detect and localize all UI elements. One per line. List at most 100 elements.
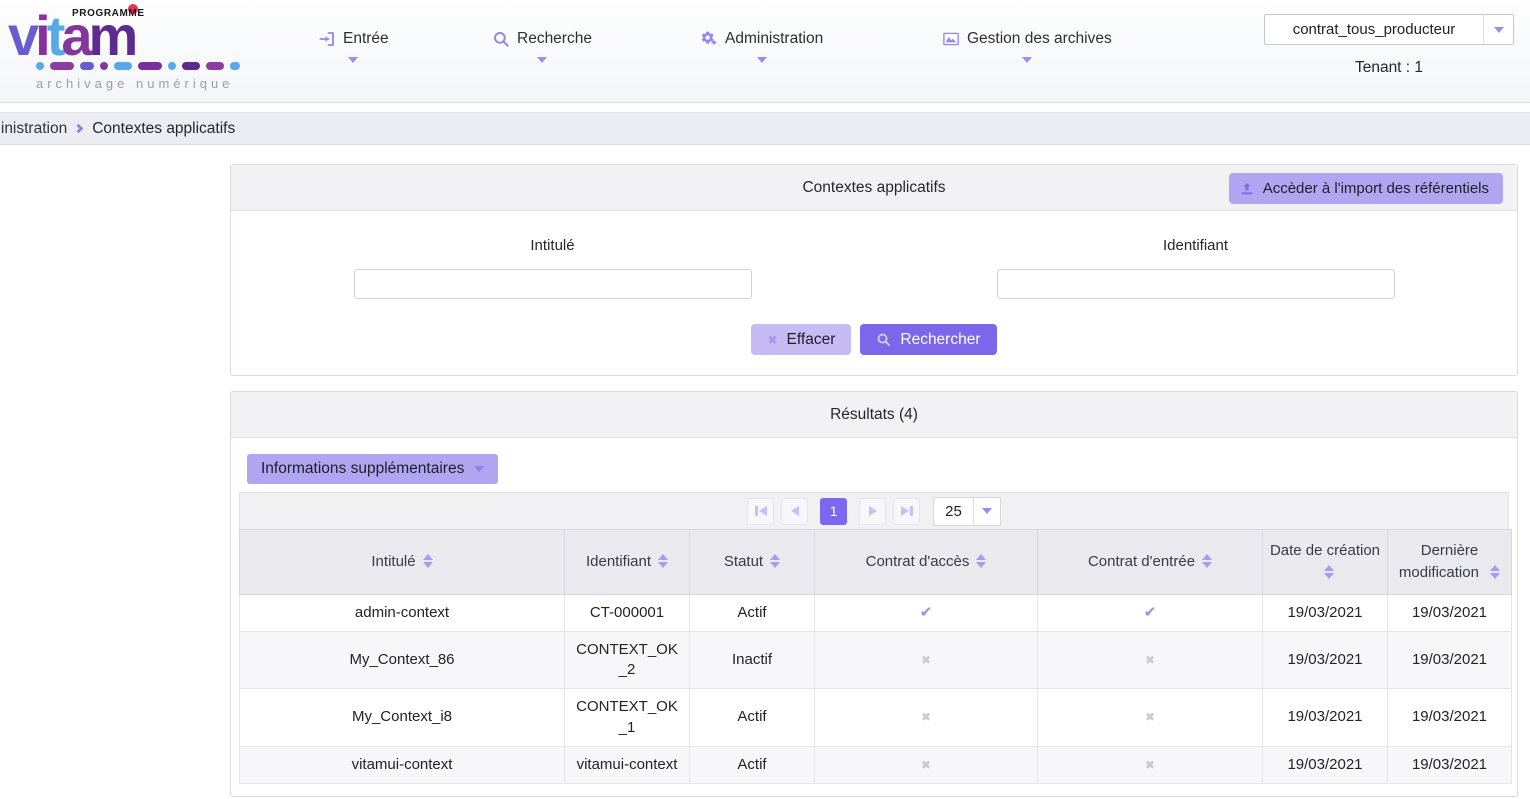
cell-intitule: My_Context_i8 xyxy=(240,689,565,747)
table-header-row: Intitulé Identifiant Statut Contrat d'ac… xyxy=(240,530,1512,595)
cell-identifiant: CONTEXT_OK_1 xyxy=(565,689,690,747)
intitule-label: Intitulé xyxy=(530,237,574,254)
cell-identifiant: CONTEXT_OK_2 xyxy=(565,631,690,689)
upload-icon xyxy=(1239,181,1255,197)
cell-identifiant: vitamui-context xyxy=(565,746,690,783)
page-size-value: 25 xyxy=(934,498,973,525)
table-row[interactable]: vitamui-context vitamui-context Actif 19… xyxy=(240,746,1512,783)
sort-icon xyxy=(770,554,780,568)
extra-info-button[interactable]: Informations supplémentaires xyxy=(247,454,498,484)
results-panel: Résultats (4) Informations supplémentair… xyxy=(230,391,1518,797)
identifiant-input[interactable] xyxy=(997,269,1395,299)
first-page-button[interactable] xyxy=(747,498,774,525)
results-body: Informations supplémentaires 1 25 xyxy=(231,454,1517,796)
previous-page-button[interactable] xyxy=(781,498,808,525)
column-header-derniere-modification[interactable]: Dernière modification xyxy=(1388,530,1512,595)
nav-item-administration[interactable]: Administration xyxy=(700,30,823,63)
last-page-icon xyxy=(901,506,909,516)
cell-statut: Actif xyxy=(690,594,815,631)
column-header-contrat-entree[interactable]: Contrat d'entrée xyxy=(1038,530,1263,595)
column-header-contrat-acces[interactable]: Contrat d'accès xyxy=(815,530,1038,595)
extra-info-button-label: Informations supplémentaires xyxy=(261,460,464,478)
column-header-identifiant[interactable]: Identifiant xyxy=(565,530,690,595)
check-icon xyxy=(1144,604,1157,621)
cell-statut: Inactif xyxy=(690,631,815,689)
x-icon xyxy=(1145,708,1155,725)
cell-intitule: admin-context xyxy=(240,594,565,631)
cell-derniere-modification: 19/03/2021 xyxy=(1388,689,1512,747)
sort-icon xyxy=(976,554,986,568)
table-row[interactable]: My_Context_86 CONTEXT_OK_2 Inactif 19/03… xyxy=(240,631,1512,689)
sort-icon xyxy=(1490,565,1500,579)
column-header-intitule[interactable]: Intitulé xyxy=(240,530,565,595)
field-intitule: Intitulé xyxy=(231,237,874,299)
results-panel-header: Résultats (4) xyxy=(231,392,1517,438)
import-button-label: Accèder à l'import des référentiels xyxy=(1263,180,1489,197)
pagination: 1 25 xyxy=(239,492,1509,529)
cell-derniere-modification: 19/03/2021 xyxy=(1388,746,1512,783)
chevron-down-icon xyxy=(757,57,767,63)
chevron-right-icon xyxy=(74,124,84,134)
intitule-input[interactable] xyxy=(354,269,752,299)
nav-item-entree[interactable]: Entrée xyxy=(318,30,389,63)
search-icon xyxy=(492,30,510,48)
logo-dashes-icon xyxy=(36,62,240,70)
page-size-select[interactable]: 25 xyxy=(933,497,1001,526)
x-icon xyxy=(921,651,931,668)
import-referentiels-button[interactable]: Accèder à l'import des référentiels xyxy=(1229,173,1503,204)
sort-icon xyxy=(658,554,668,568)
cell-intitule: My_Context_86 xyxy=(240,631,565,689)
cell-contrat-entree xyxy=(1038,689,1263,747)
header-right: contrat_tous_producteur Tenant : 1 xyxy=(1264,14,1514,77)
chevron-down-icon xyxy=(1022,57,1032,63)
contexts-table: Intitulé Identifiant Statut Contrat d'ac… xyxy=(239,529,1512,784)
cell-identifiant: CT-000001 xyxy=(565,594,690,631)
app-header: PROGRAMME vitam archivage numérique Entr… xyxy=(0,0,1530,103)
sort-icon xyxy=(423,554,433,568)
x-icon xyxy=(921,756,931,773)
first-page-icon xyxy=(759,506,767,516)
column-header-statut[interactable]: Statut xyxy=(690,530,815,595)
chevron-down-icon xyxy=(348,57,358,63)
search-panel-title: Contextes applicatifs xyxy=(802,179,945,197)
cell-contrat-entree xyxy=(1038,594,1263,631)
nav-item-recherche[interactable]: Recherche xyxy=(492,30,592,63)
x-icon xyxy=(921,708,931,725)
search-button[interactable]: Rechercher xyxy=(860,324,996,355)
cell-statut: Actif xyxy=(690,746,815,783)
nav-label: Recherche xyxy=(517,30,592,48)
sort-icon xyxy=(1324,565,1334,579)
search-panel-header: Contextes applicatifs Accèder à l'import… xyxy=(231,165,1517,211)
clear-button[interactable]: Effacer xyxy=(751,324,851,355)
x-icon xyxy=(1145,756,1155,773)
chevron-down-icon[interactable] xyxy=(973,498,1000,525)
results-panel-title: Résultats (4) xyxy=(830,406,918,424)
tenant-label: Tenant : 1 xyxy=(1264,59,1514,77)
logo-brand-text: vitam xyxy=(8,8,134,64)
search-form: Intitulé Identifiant Effacer Reche xyxy=(231,211,1517,375)
gears-icon xyxy=(700,30,718,48)
contract-select[interactable]: contrat_tous_producteur xyxy=(1264,14,1514,45)
sign-in-icon xyxy=(318,30,336,48)
last-page-button[interactable] xyxy=(893,498,920,525)
current-page-indicator[interactable]: 1 xyxy=(820,498,847,525)
nav-label: Entrée xyxy=(343,30,389,48)
check-icon xyxy=(920,604,933,621)
next-page-button[interactable] xyxy=(859,498,886,525)
nav-item-gestion-archives[interactable]: Gestion des archives xyxy=(942,30,1112,63)
next-page-icon xyxy=(869,506,877,516)
table-row[interactable]: My_Context_i8 CONTEXT_OK_1 Actif 19/03/2… xyxy=(240,689,1512,747)
column-header-date-creation[interactable]: Date de création xyxy=(1263,530,1388,595)
table-row[interactable]: admin-context CT-000001 Actif 19/03/2021… xyxy=(240,594,1512,631)
cell-intitule: vitamui-context xyxy=(240,746,565,783)
sort-icon xyxy=(1202,554,1212,568)
chevron-down-icon xyxy=(474,466,484,472)
cell-date-creation: 19/03/2021 xyxy=(1263,746,1388,783)
search-panel: Contextes applicatifs Accèder à l'import… xyxy=(230,164,1518,376)
vitam-logo[interactable]: PROGRAMME vitam archivage numérique xyxy=(8,0,263,100)
cell-date-creation: 19/03/2021 xyxy=(1263,631,1388,689)
identifiant-label: Identifiant xyxy=(1163,237,1228,254)
breadcrumb-parent[interactable]: Administration xyxy=(0,120,67,138)
breadcrumb-current: Contextes applicatifs xyxy=(92,120,235,138)
chevron-down-icon[interactable] xyxy=(1483,15,1513,44)
